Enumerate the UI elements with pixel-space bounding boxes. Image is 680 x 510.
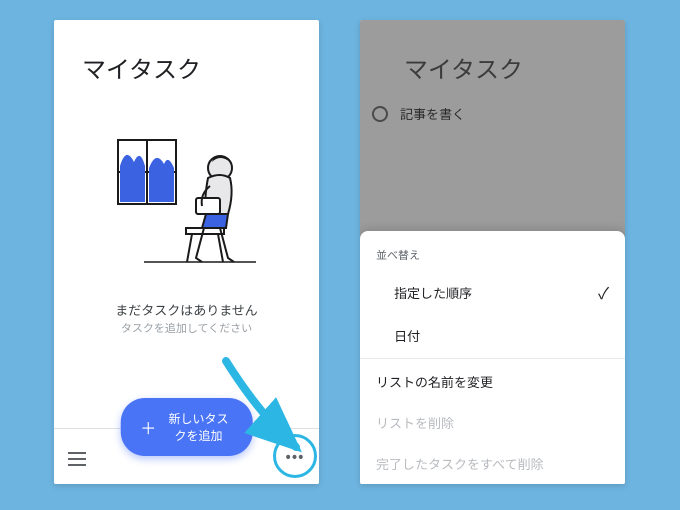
task-row[interactable]: 記事を書く [372, 104, 465, 123]
check-icon: ✓ [598, 280, 609, 304]
phone-options-sheet: マイタスク 記事を書く 並べ替え 指定した順序 ✓ 日付 リストの名前を変更 リ… [360, 20, 625, 484]
delete-list-option: リストを削除 [360, 402, 625, 443]
divider [360, 358, 625, 359]
add-task-label: 新しいタスクを追加 [164, 410, 232, 444]
empty-subtext: タスクを追加してください [54, 320, 319, 336]
more-icon: ••• [286, 446, 305, 466]
plus-icon: ＋ [140, 415, 156, 439]
page-title: マイタスク [82, 50, 201, 85]
task-radio-icon[interactable] [372, 106, 388, 122]
empty-heading: まだタスクはありません [54, 300, 319, 319]
phone-empty-state: マイタスク まだタスクはありません タスクを追加してください ＋ [54, 20, 319, 484]
page-title: マイタスク [404, 50, 523, 85]
sort-option-date[interactable]: 日付 [360, 315, 625, 356]
more-options-button[interactable]: ••• [273, 434, 317, 478]
sort-section-label: 並べ替え [360, 243, 625, 269]
delete-completed-option: 完了したタスクをすべて削除 [360, 443, 625, 484]
task-label: 記事を書く [400, 104, 465, 123]
sort-option-custom[interactable]: 指定した順序 ✓ [360, 269, 625, 315]
rename-list-option[interactable]: リストの名前を変更 [360, 361, 625, 402]
add-task-button[interactable]: ＋ 新しいタスクを追加 [120, 398, 253, 456]
bottom-sheet: 並べ替え 指定した順序 ✓ 日付 リストの名前を変更 リストを削除 完了したタス… [360, 231, 625, 484]
empty-illustration [116, 128, 266, 278]
menu-icon[interactable] [68, 452, 86, 466]
